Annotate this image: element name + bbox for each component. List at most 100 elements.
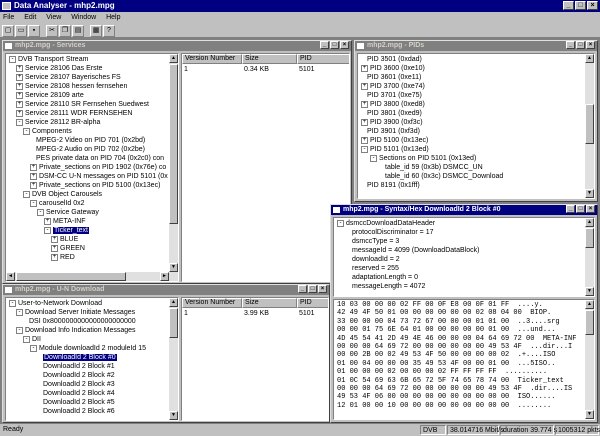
collapse-icon[interactable]: - bbox=[30, 199, 37, 207]
tree-item[interactable]: DownloadId 2 Block #6 bbox=[37, 407, 115, 416]
tree-item[interactable]: + RED bbox=[51, 253, 75, 262]
tree-item[interactable]: DownloadId 2 Block #1 bbox=[37, 362, 115, 371]
expand-icon[interactable]: + bbox=[16, 91, 23, 99]
tree-item[interactable]: DownloadId 2 Block #2 bbox=[37, 371, 115, 380]
expand-icon[interactable]: + bbox=[16, 82, 23, 90]
new-icon[interactable]: ▢ bbox=[2, 24, 14, 37]
expand-icon[interactable]: + bbox=[361, 82, 368, 90]
pids-tree[interactable]: ▲ ▼ PID 3501 (0xdad) + PID 3600 (0xe10) PID … bbox=[357, 53, 595, 199]
tree-item[interactable]: PES private data on PID 704 (0x2c0) con bbox=[30, 154, 164, 163]
tree-item[interactable]: + Service 28108 hessen fernsehen bbox=[16, 82, 127, 91]
collapse-icon[interactable]: - bbox=[16, 308, 23, 316]
tree-item[interactable]: DownloadId 2 Block #3 bbox=[37, 380, 115, 389]
tree-item[interactable]: + Private_sections on PID 5100 (0x13ec) bbox=[30, 181, 160, 190]
tree-item[interactable]: table_id 60 (0x3c) DSMCC_Download bbox=[379, 172, 503, 181]
tree-item[interactable]: + PID 5100 (0x13ec) bbox=[361, 136, 428, 145]
menu-view[interactable]: View bbox=[46, 14, 61, 21]
collapse-icon[interactable]: - bbox=[9, 299, 16, 307]
expand-icon[interactable]: + bbox=[16, 73, 23, 81]
pids-minimize-button[interactable]: _ bbox=[566, 41, 575, 49]
tree-item[interactable]: PID 3501 (0xdad) bbox=[361, 55, 422, 64]
expand-icon[interactable]: + bbox=[361, 100, 368, 108]
tree-item[interactable]: + META-INF bbox=[44, 217, 86, 226]
un-col-size[interactable]: Size bbox=[242, 298, 297, 308]
expand-icon[interactable]: + bbox=[30, 181, 37, 189]
expand-icon[interactable]: + bbox=[51, 244, 58, 252]
collapse-icon[interactable]: - bbox=[23, 335, 30, 343]
expand-icon[interactable]: + bbox=[361, 118, 368, 126]
paste-icon[interactable]: ▤ bbox=[72, 24, 84, 37]
expand-icon[interactable]: + bbox=[51, 253, 58, 261]
tree-item[interactable]: - Service Gateway bbox=[37, 208, 99, 217]
un-maximize-button[interactable]: □ bbox=[308, 285, 317, 293]
expand-icon[interactable]: + bbox=[16, 100, 23, 108]
tree-item[interactable]: PID 3701 (0xe75) bbox=[361, 91, 422, 100]
un-tree[interactable]: ▲ ▼ - User-to-Network Download - Download Se… bbox=[5, 297, 179, 421]
tree-item[interactable]: MPEG-2 Audio on PID 702 (0x2be) bbox=[30, 145, 145, 154]
un-col-pid[interactable]: PID bbox=[297, 298, 328, 308]
tree-item[interactable]: downloadId = 2 bbox=[346, 255, 400, 264]
tree-item[interactable]: DownloadId 2 Block #4 bbox=[37, 389, 115, 398]
expand-icon[interactable]: + bbox=[30, 163, 37, 171]
tree-item[interactable]: PID 3801 (0xed9) bbox=[361, 109, 422, 118]
services-close-button[interactable]: × bbox=[340, 41, 349, 49]
close-button[interactable]: × bbox=[587, 1, 598, 10]
menu-window[interactable]: Window bbox=[71, 14, 96, 21]
un-close-button[interactable]: × bbox=[318, 285, 327, 293]
collapse-icon[interactable]: - bbox=[337, 219, 344, 227]
expand-icon[interactable]: + bbox=[44, 217, 51, 225]
tree-item[interactable]: - Components bbox=[23, 127, 72, 136]
collapse-icon[interactable]: - bbox=[16, 326, 23, 334]
tree-item[interactable]: table_id 59 (0x3b) DSMCC_UN bbox=[379, 163, 483, 172]
collapse-icon[interactable]: - bbox=[30, 344, 37, 352]
tree-item[interactable]: + Service 28106 Das Erste bbox=[16, 64, 102, 73]
tree-item[interactable]: - Service 28112 BR-alpha bbox=[16, 118, 100, 127]
tree-item[interactable]: - Download Server Initiate Messages bbox=[16, 308, 135, 317]
tree-item[interactable]: - DVB Object Carousels bbox=[23, 190, 102, 199]
un-minimize-button[interactable]: _ bbox=[298, 285, 307, 293]
save-icon[interactable]: ▪ bbox=[28, 24, 40, 37]
copy-icon[interactable]: ❐ bbox=[59, 24, 71, 37]
tree-item[interactable]: - dsmccDownloadDataHeader bbox=[337, 219, 435, 228]
services-minimize-button[interactable]: _ bbox=[320, 41, 329, 49]
tree-item[interactable]: - DII bbox=[23, 335, 41, 344]
collapse-icon[interactable]: - bbox=[9, 55, 16, 63]
tree-item[interactable]: reserved = 255 bbox=[346, 264, 399, 273]
tree-item[interactable]: MPEG-2 Video on PID 701 (0x2bd) bbox=[30, 136, 145, 145]
collapse-icon[interactable]: - bbox=[16, 118, 23, 126]
tree-item[interactable]: - carouselId 0x2 bbox=[30, 199, 85, 208]
menu-help[interactable]: Help bbox=[106, 14, 120, 21]
syntax-maximize-button[interactable]: □ bbox=[576, 205, 585, 213]
collapse-icon[interactable]: - bbox=[37, 208, 44, 216]
tree-item[interactable]: DSI 0x8000000000000000000000 bbox=[23, 317, 136, 326]
menu-file[interactable]: File bbox=[3, 14, 14, 21]
tree-item[interactable]: + BLUE bbox=[51, 235, 78, 244]
open-icon[interactable]: ▭ bbox=[15, 24, 27, 37]
cut-icon[interactable]: ✂ bbox=[46, 24, 58, 37]
tree-item[interactable]: + PID 3900 (0xf3c) bbox=[361, 118, 423, 127]
tree-item[interactable]: + Service 28110 SR Fernsehen Suedwest bbox=[16, 100, 149, 109]
un-title-bar[interactable]: mhp2.mpg - U-N Download _ □ × bbox=[3, 285, 329, 295]
expand-icon[interactable]: + bbox=[30, 172, 37, 180]
tree-item[interactable]: PID 3601 (0xe11) bbox=[361, 73, 421, 82]
expand-icon[interactable]: + bbox=[361, 64, 368, 72]
tree-item[interactable]: - Ticker_text bbox=[44, 226, 89, 235]
tree-item[interactable]: + PID 3800 (0xed8) bbox=[361, 100, 425, 109]
syntax-close-button[interactable]: × bbox=[586, 205, 595, 213]
expand-icon[interactable]: + bbox=[51, 235, 58, 243]
un-table[interactable]: Version Number Size PID 1 3.99 KB 5101 bbox=[181, 297, 329, 421]
services-maximize-button[interactable]: □ bbox=[330, 41, 339, 49]
maximize-button[interactable]: □ bbox=[575, 1, 586, 10]
help-icon[interactable]: ? bbox=[103, 24, 115, 37]
menu-edit[interactable]: Edit bbox=[24, 14, 36, 21]
tree-item[interactable]: dsmccType = 3 bbox=[346, 237, 399, 246]
collapse-icon[interactable]: - bbox=[23, 127, 30, 135]
tree-item[interactable]: + PID 3600 (0xe10) bbox=[361, 64, 425, 73]
expand-icon[interactable]: + bbox=[16, 64, 23, 72]
tree-item[interactable]: - PID 5101 (0x13ed) bbox=[361, 145, 429, 154]
hex-view[interactable]: 10 03 00 00 00 02 FF 00 0F E8 00 0F 01 F… bbox=[333, 299, 595, 420]
syntax-tree[interactable]: ▲ ▼ - dsmccDownloadDataHeader protocolDiscr… bbox=[333, 217, 595, 297]
pids-close-button[interactable]: × bbox=[586, 41, 595, 49]
tree-item[interactable]: + PID 3700 (0xe74) bbox=[361, 82, 425, 91]
collapse-icon[interactable]: - bbox=[370, 154, 377, 162]
